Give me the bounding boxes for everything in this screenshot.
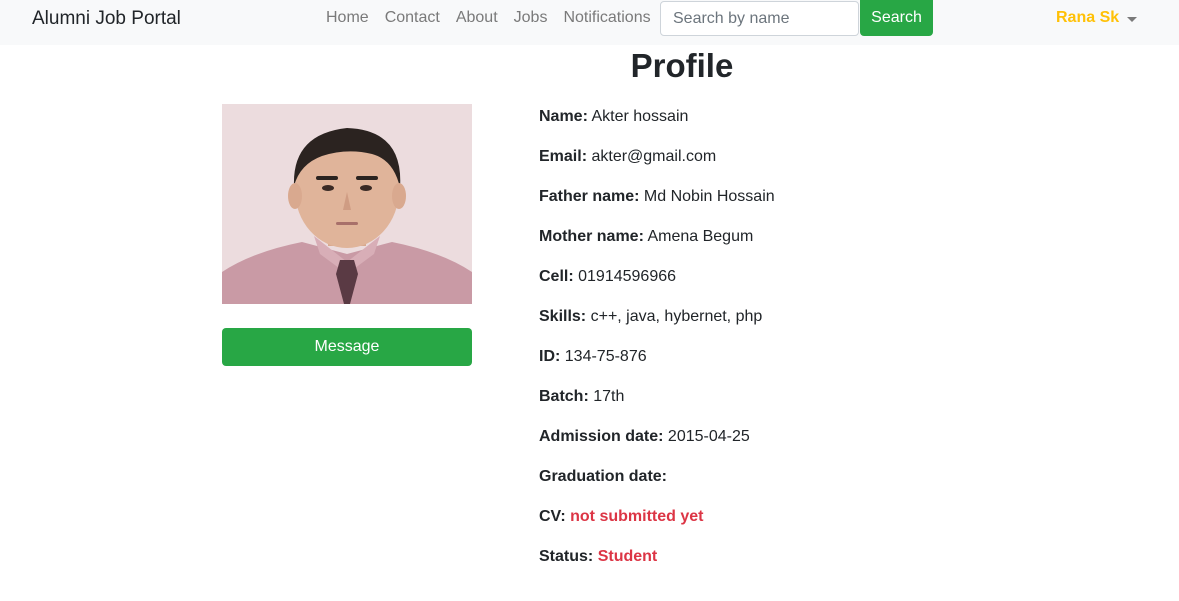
field-label: Father name: [539,188,640,205]
person-photo-illustration [222,104,472,304]
nav-link-about[interactable]: About [448,9,506,27]
field-value: Akter hossain [591,108,689,125]
detail-row-graduation-date: Graduation date: [539,467,775,507]
detail-row-status: Status: Student [539,547,775,587]
brand-link[interactable]: Alumni Job Portal [32,8,181,30]
field-label: Admission date: [539,428,664,445]
field-label: ID: [539,348,561,365]
detail-row-skills: Skills: c++, java, hybernet, php [539,307,775,347]
detail-row-cell: Cell: 01914596966 [539,267,775,307]
field-value: 01914596966 [578,268,677,285]
user-dropdown[interactable]: Rana Sk [1056,9,1138,27]
field-label: Batch: [539,388,589,405]
field-label: Status: [539,548,594,565]
field-label: CV: [539,508,566,525]
detail-row-id: ID: 134-75-876 [539,347,775,387]
cv-status-value: not submitted yet [570,508,704,525]
profile-photo [222,104,472,304]
user-name: Rana Sk [1056,9,1120,26]
status-value: Student [597,548,658,565]
detail-row-mother-name: Mother name: Amena Begum [539,227,775,267]
search-input[interactable] [660,1,859,36]
detail-row-name: Name: Akter hossain [539,107,775,147]
field-label: Mother name: [539,228,644,245]
field-label: Skills: [539,308,587,325]
caret-down-icon [1127,16,1138,22]
detail-row-admission-date: Admission date: 2015-04-25 [539,427,775,467]
field-label: Name: [539,108,588,125]
nav-link-home[interactable]: Home [318,9,377,27]
field-value: akter@gmail.com [591,148,717,165]
nav-links: Home Contact About Jobs Notifications [318,9,659,27]
field-value: 134-75-876 [564,348,647,365]
search-button[interactable]: Search [860,0,933,36]
field-label: Email: [539,148,588,165]
field-value: 2015-04-25 [667,428,750,445]
profile-details: Name: Akter hossain Email: akter@gmail.c… [539,107,775,587]
field-value: Amena Begum [647,228,754,245]
detail-row-father-name: Father name: Md Nobin Hossain [539,187,775,227]
field-label: Graduation date: [539,468,668,485]
top-navbar: Alumni Job Portal Home Contact About Job… [0,0,1179,45]
detail-row-email: Email: akter@gmail.com [539,147,775,187]
message-button[interactable]: Message [222,328,472,366]
detail-row-cv: CV: not submitted yet [539,507,775,547]
nav-link-contact[interactable]: Contact [377,9,448,27]
nav-link-notifications[interactable]: Notifications [555,9,658,27]
field-value: c++, java, hybernet, php [590,308,763,325]
detail-row-batch: Batch: 17th [539,387,775,427]
nav-link-jobs[interactable]: Jobs [506,9,556,27]
field-label: Cell: [539,268,574,285]
page-title: Profile [630,47,734,84]
field-value: Md Nobin Hossain [643,188,775,205]
field-value: 17th [593,388,625,405]
